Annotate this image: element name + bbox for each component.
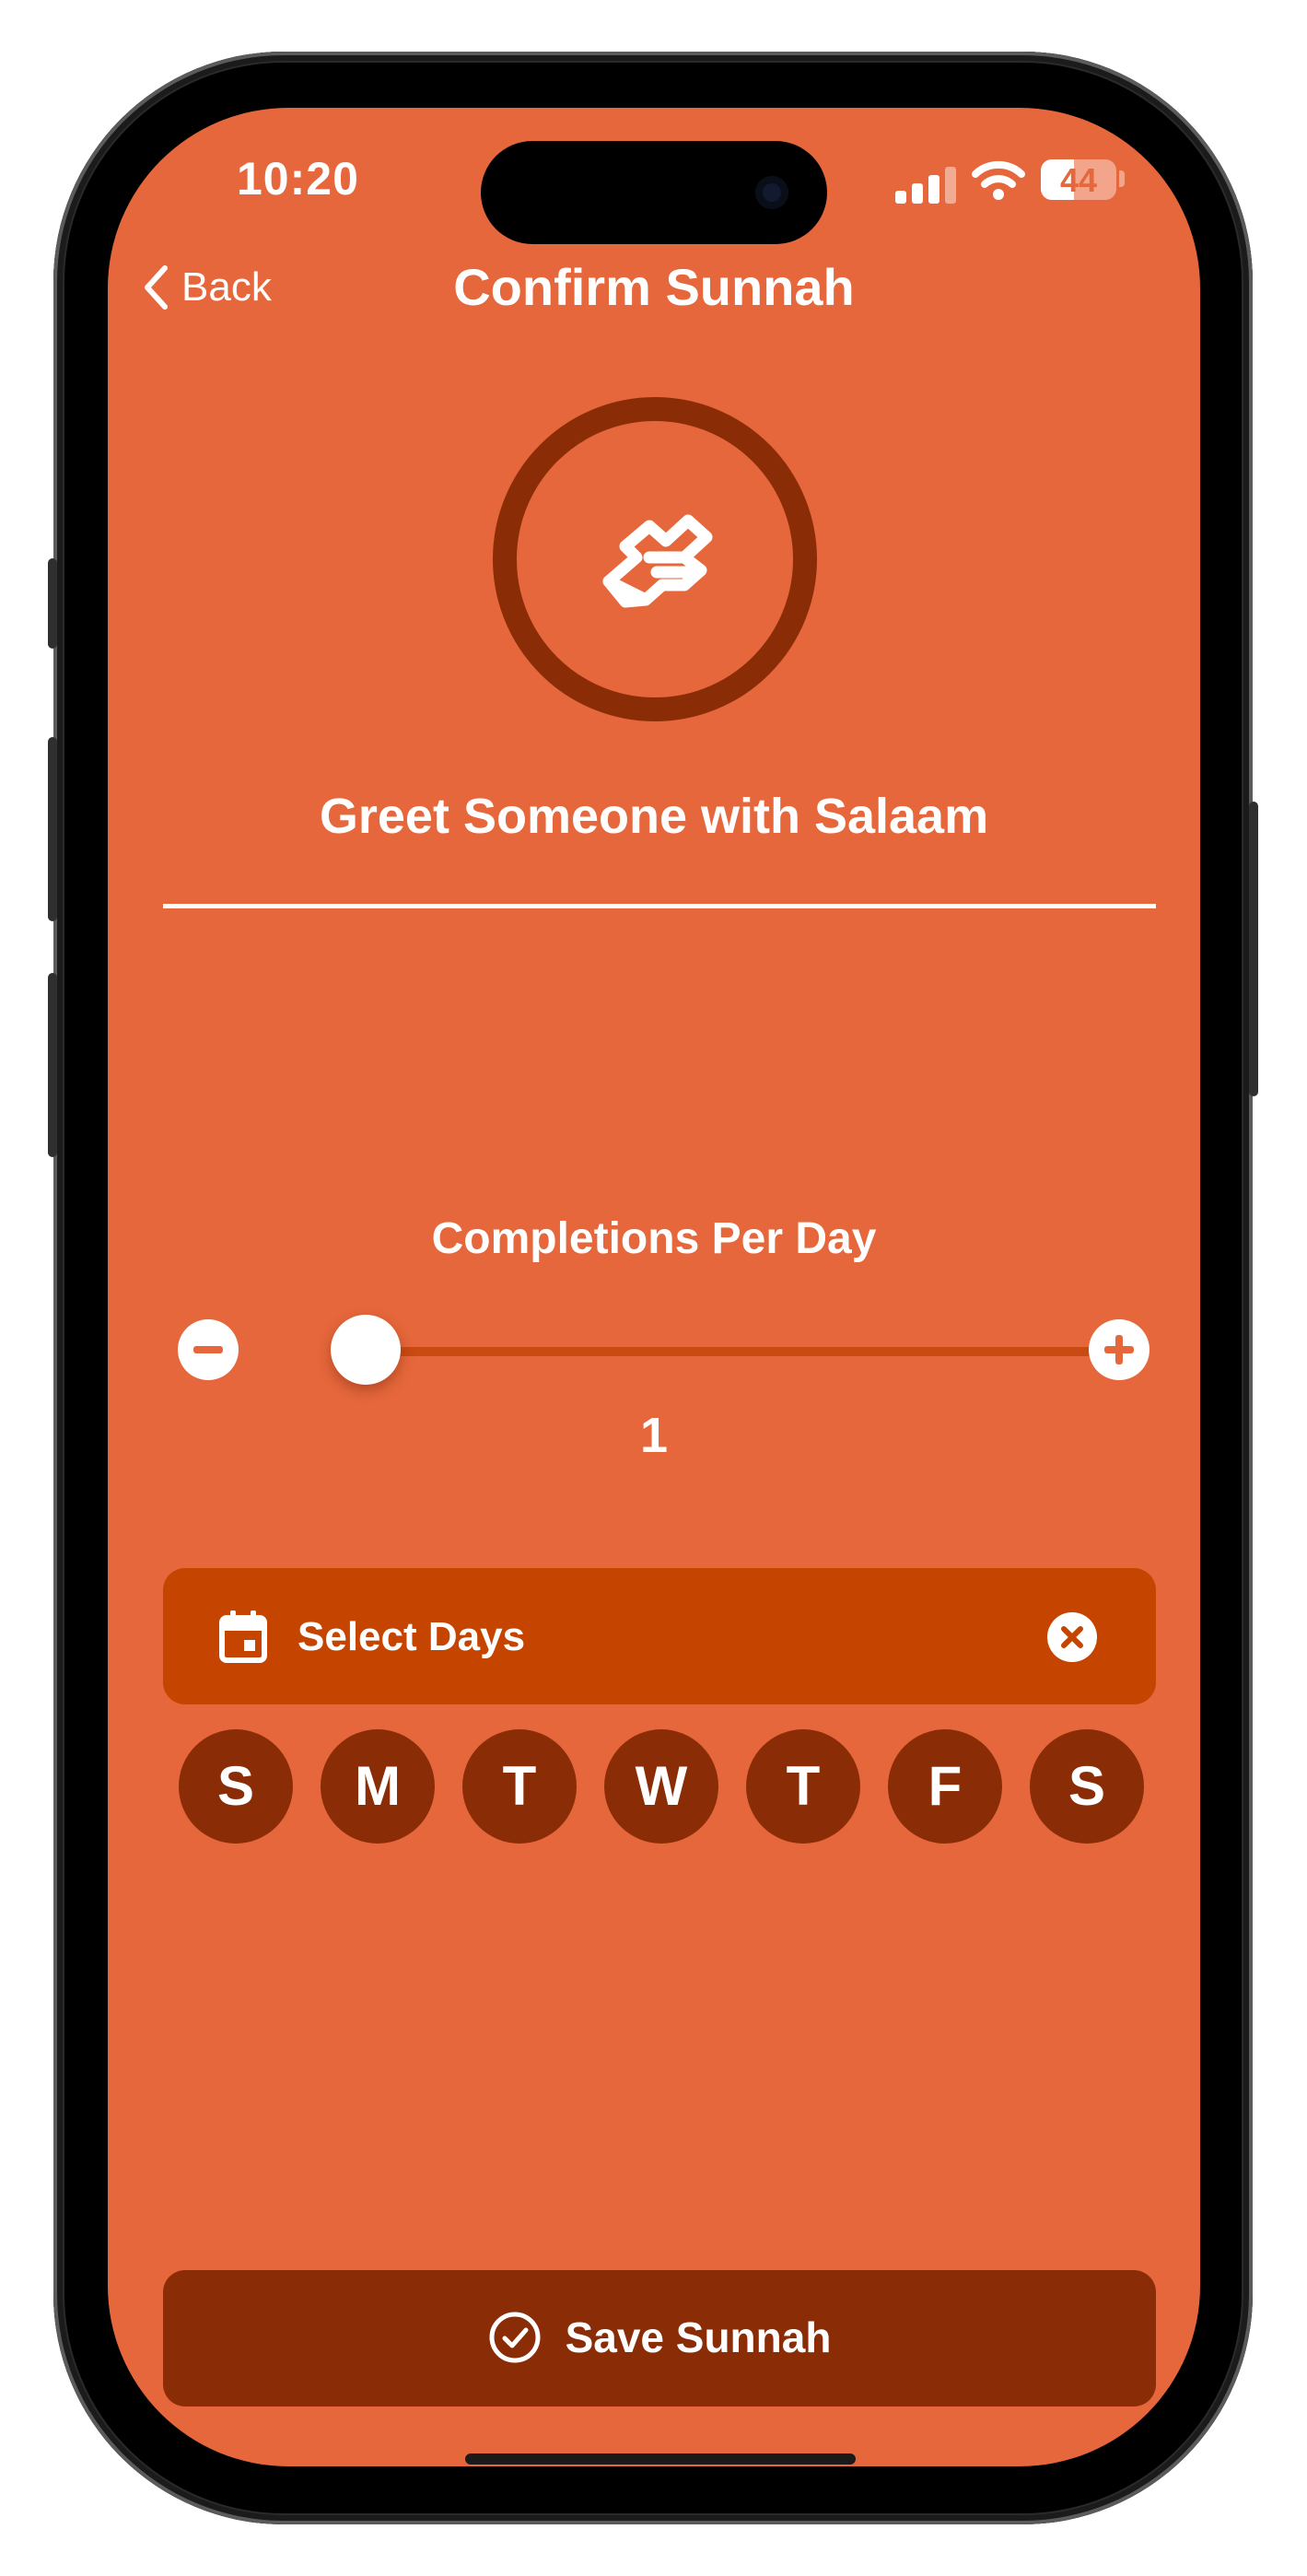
save-button-content: Save Sunnah [163, 2311, 1156, 2364]
day-toggle-sunday[interactable]: S [179, 1729, 293, 1844]
dynamic-island [481, 141, 827, 244]
completions-slider-track[interactable] [331, 1347, 1137, 1356]
action-button [48, 558, 57, 649]
cellular-signal-icon [895, 165, 960, 204]
completions-slider-thumb[interactable] [331, 1315, 401, 1385]
save-button-label: Save Sunnah [565, 2313, 832, 2361]
day-toggle-wednesday[interactable]: W [604, 1729, 718, 1844]
power-button [1249, 802, 1258, 1096]
handshake-icon [602, 514, 713, 608]
habit-icon-ring [493, 397, 817, 721]
day-toggle-saturday[interactable]: S [1030, 1729, 1144, 1844]
status-time: 10:20 [237, 153, 359, 205]
calendar-icon [219, 1610, 267, 1663]
page-title: Confirm Sunnah [453, 258, 855, 316]
check-circle-icon [489, 2312, 541, 2363]
completions-value: 1 [639, 1408, 669, 1463]
battery-nub [1119, 170, 1125, 187]
close-icon [1061, 1626, 1083, 1648]
save-sunnah-button[interactable]: Save Sunnah [163, 2270, 1156, 2406]
battery-level: 44 [1059, 161, 1098, 199]
completions-label: Completions Per Day [431, 1214, 877, 1263]
day-toggle-tuesday[interactable]: T [462, 1729, 577, 1844]
decrement-button[interactable] [178, 1319, 239, 1380]
front-camera [755, 176, 788, 209]
wifi-icon [972, 160, 1025, 200]
battery-icon: 44 [1041, 159, 1116, 200]
day-toggle-monday[interactable]: M [321, 1729, 435, 1844]
home-indicator[interactable] [465, 2453, 856, 2465]
clear-days-button[interactable] [1047, 1612, 1097, 1662]
select-days-label: Select Days [298, 1614, 526, 1659]
day-toggle-friday[interactable]: F [888, 1729, 1002, 1844]
volume-up-button [48, 737, 57, 921]
habit-title: Greet Someone with Salaam [319, 789, 989, 844]
minus-icon [193, 1346, 223, 1353]
select-days-bar[interactable]: Select Days [163, 1568, 1156, 1704]
day-toggle-thursday[interactable]: T [746, 1729, 860, 1844]
increment-button[interactable] [1089, 1319, 1149, 1380]
app-screen: 10:20 44 Back Confirm Sunnah Greet Someo… [108, 108, 1200, 2466]
volume-down-button [48, 973, 57, 1157]
title-divider [163, 904, 1156, 908]
plus-icon-vertical [1115, 1335, 1123, 1364]
